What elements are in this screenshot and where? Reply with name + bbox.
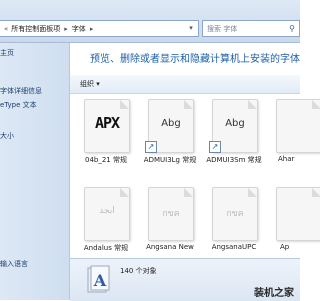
font-thumbnail (276, 187, 320, 241)
font-name: Andalus 常规 (83, 244, 129, 252)
font-name: Ap (280, 243, 290, 251)
font-name: AngsanaUPC (211, 243, 257, 251)
page-fold-icon (312, 100, 320, 109)
font-name: 04b_21 常规 (85, 156, 127, 164)
page-fold-icon (120, 188, 129, 197)
page-fold-icon (248, 188, 257, 197)
address-bar: « 所有控制面板项 ▸ 字体 ▸ ▾ 搜索 字体 ⚲ (0, 0, 300, 43)
page-fold-icon (184, 188, 193, 197)
breadcrumb-overflow-icon[interactable]: « (4, 25, 8, 33)
search-input[interactable]: 搜索 字体 ⚲ (202, 20, 300, 37)
font-name: ADMUI3Sm 常规 (206, 156, 262, 164)
shortcut-arrow-icon: ↗ (209, 141, 221, 153)
organize-button[interactable]: 组织 ▾ (80, 79, 100, 89)
font-tile-ap[interactable]: Ap (270, 187, 320, 257)
item-count: 140 个对象 (120, 267, 157, 275)
font-sample: Abg (161, 118, 181, 129)
navigation-pane: 主页 字体详细信息 eType 文本 大小 输入语言 (0, 43, 70, 300)
font-tile-angsana-new[interactable]: กขค Angsana New (142, 187, 198, 257)
nav-item-font-details[interactable]: 字体详细信息 (0, 86, 42, 96)
font-tile-andalus[interactable]: ابجد Andalus 常规 (78, 187, 134, 257)
page-fold-icon (184, 100, 193, 109)
font-sample: กขค (226, 209, 244, 219)
command-bar: 组织 ▾ (70, 75, 300, 94)
nav-item-input-language[interactable]: 输入语言 (0, 259, 28, 269)
address-field[interactable]: « 所有控制面板项 ▸ 字体 ▸ (0, 20, 199, 37)
font-name: Ahar (278, 155, 295, 163)
breadcrumb-separator-icon[interactable]: ▸ (64, 25, 68, 33)
nav-item-size[interactable]: 大小 (0, 131, 14, 141)
breadcrumb-fonts[interactable]: 字体 (72, 24, 86, 34)
font-sample: ابجد (99, 206, 115, 216)
font-tile-admui3sm[interactable]: Abg ↗ ADMUI3Sm 常规 (206, 99, 262, 169)
font-thumbnail (276, 99, 320, 153)
page-fold-icon (248, 100, 257, 109)
details-pane: A 140 个对象 装机之家 (70, 258, 300, 301)
fonts-folder-icon: A (87, 265, 110, 293)
font-thumbnail: APX (84, 99, 130, 153)
font-thumbnail: ابجد (84, 187, 130, 241)
nav-item-cleartype[interactable]: eType 文本 (0, 100, 37, 110)
page-fold-icon (120, 100, 129, 109)
address-dropdown-icon[interactable]: ▾ (184, 20, 198, 35)
breadcrumb-control-panel[interactable]: 所有控制面板项 (11, 24, 60, 34)
svg-text:A: A (93, 271, 107, 290)
page-title: 预览、删除或者显示和隐藏计算机上安装的字体 (90, 54, 300, 65)
page-fold-icon (312, 188, 320, 197)
font-tile-admui3lg[interactable]: Abg ↗ ADMUI3Lg 常规 (142, 99, 198, 169)
font-tile-ahar[interactable]: Ahar (270, 99, 320, 169)
search-placeholder[interactable]: 搜索 字体 (207, 24, 285, 34)
font-thumbnail: กขค (212, 187, 258, 241)
search-icon[interactable]: ⚲ (285, 24, 299, 33)
main-content: 预览、删除或者显示和隐藏计算机上安装的字体 组织 ▾ APX 04b_21 常规… (70, 43, 320, 258)
font-sample: Abg (225, 118, 245, 129)
font-thumbnail: กขค (148, 187, 194, 241)
watermark: 装机之家 (254, 288, 294, 299)
nav-item-home[interactable]: 主页 (0, 48, 14, 58)
font-tile-04b21[interactable]: APX 04b_21 常规 (78, 99, 134, 169)
shortcut-arrow-icon: ↗ (145, 141, 157, 153)
font-name: ADMUI3Lg 常规 (143, 156, 197, 164)
font-name: Angsana New (146, 243, 194, 251)
font-tile-angsanaupc[interactable]: กขค AngsanaUPC (206, 187, 262, 257)
font-sample: กขค (162, 209, 180, 219)
breadcrumb-separator-icon[interactable]: ▸ (90, 25, 94, 33)
font-sample: APX (94, 114, 120, 132)
